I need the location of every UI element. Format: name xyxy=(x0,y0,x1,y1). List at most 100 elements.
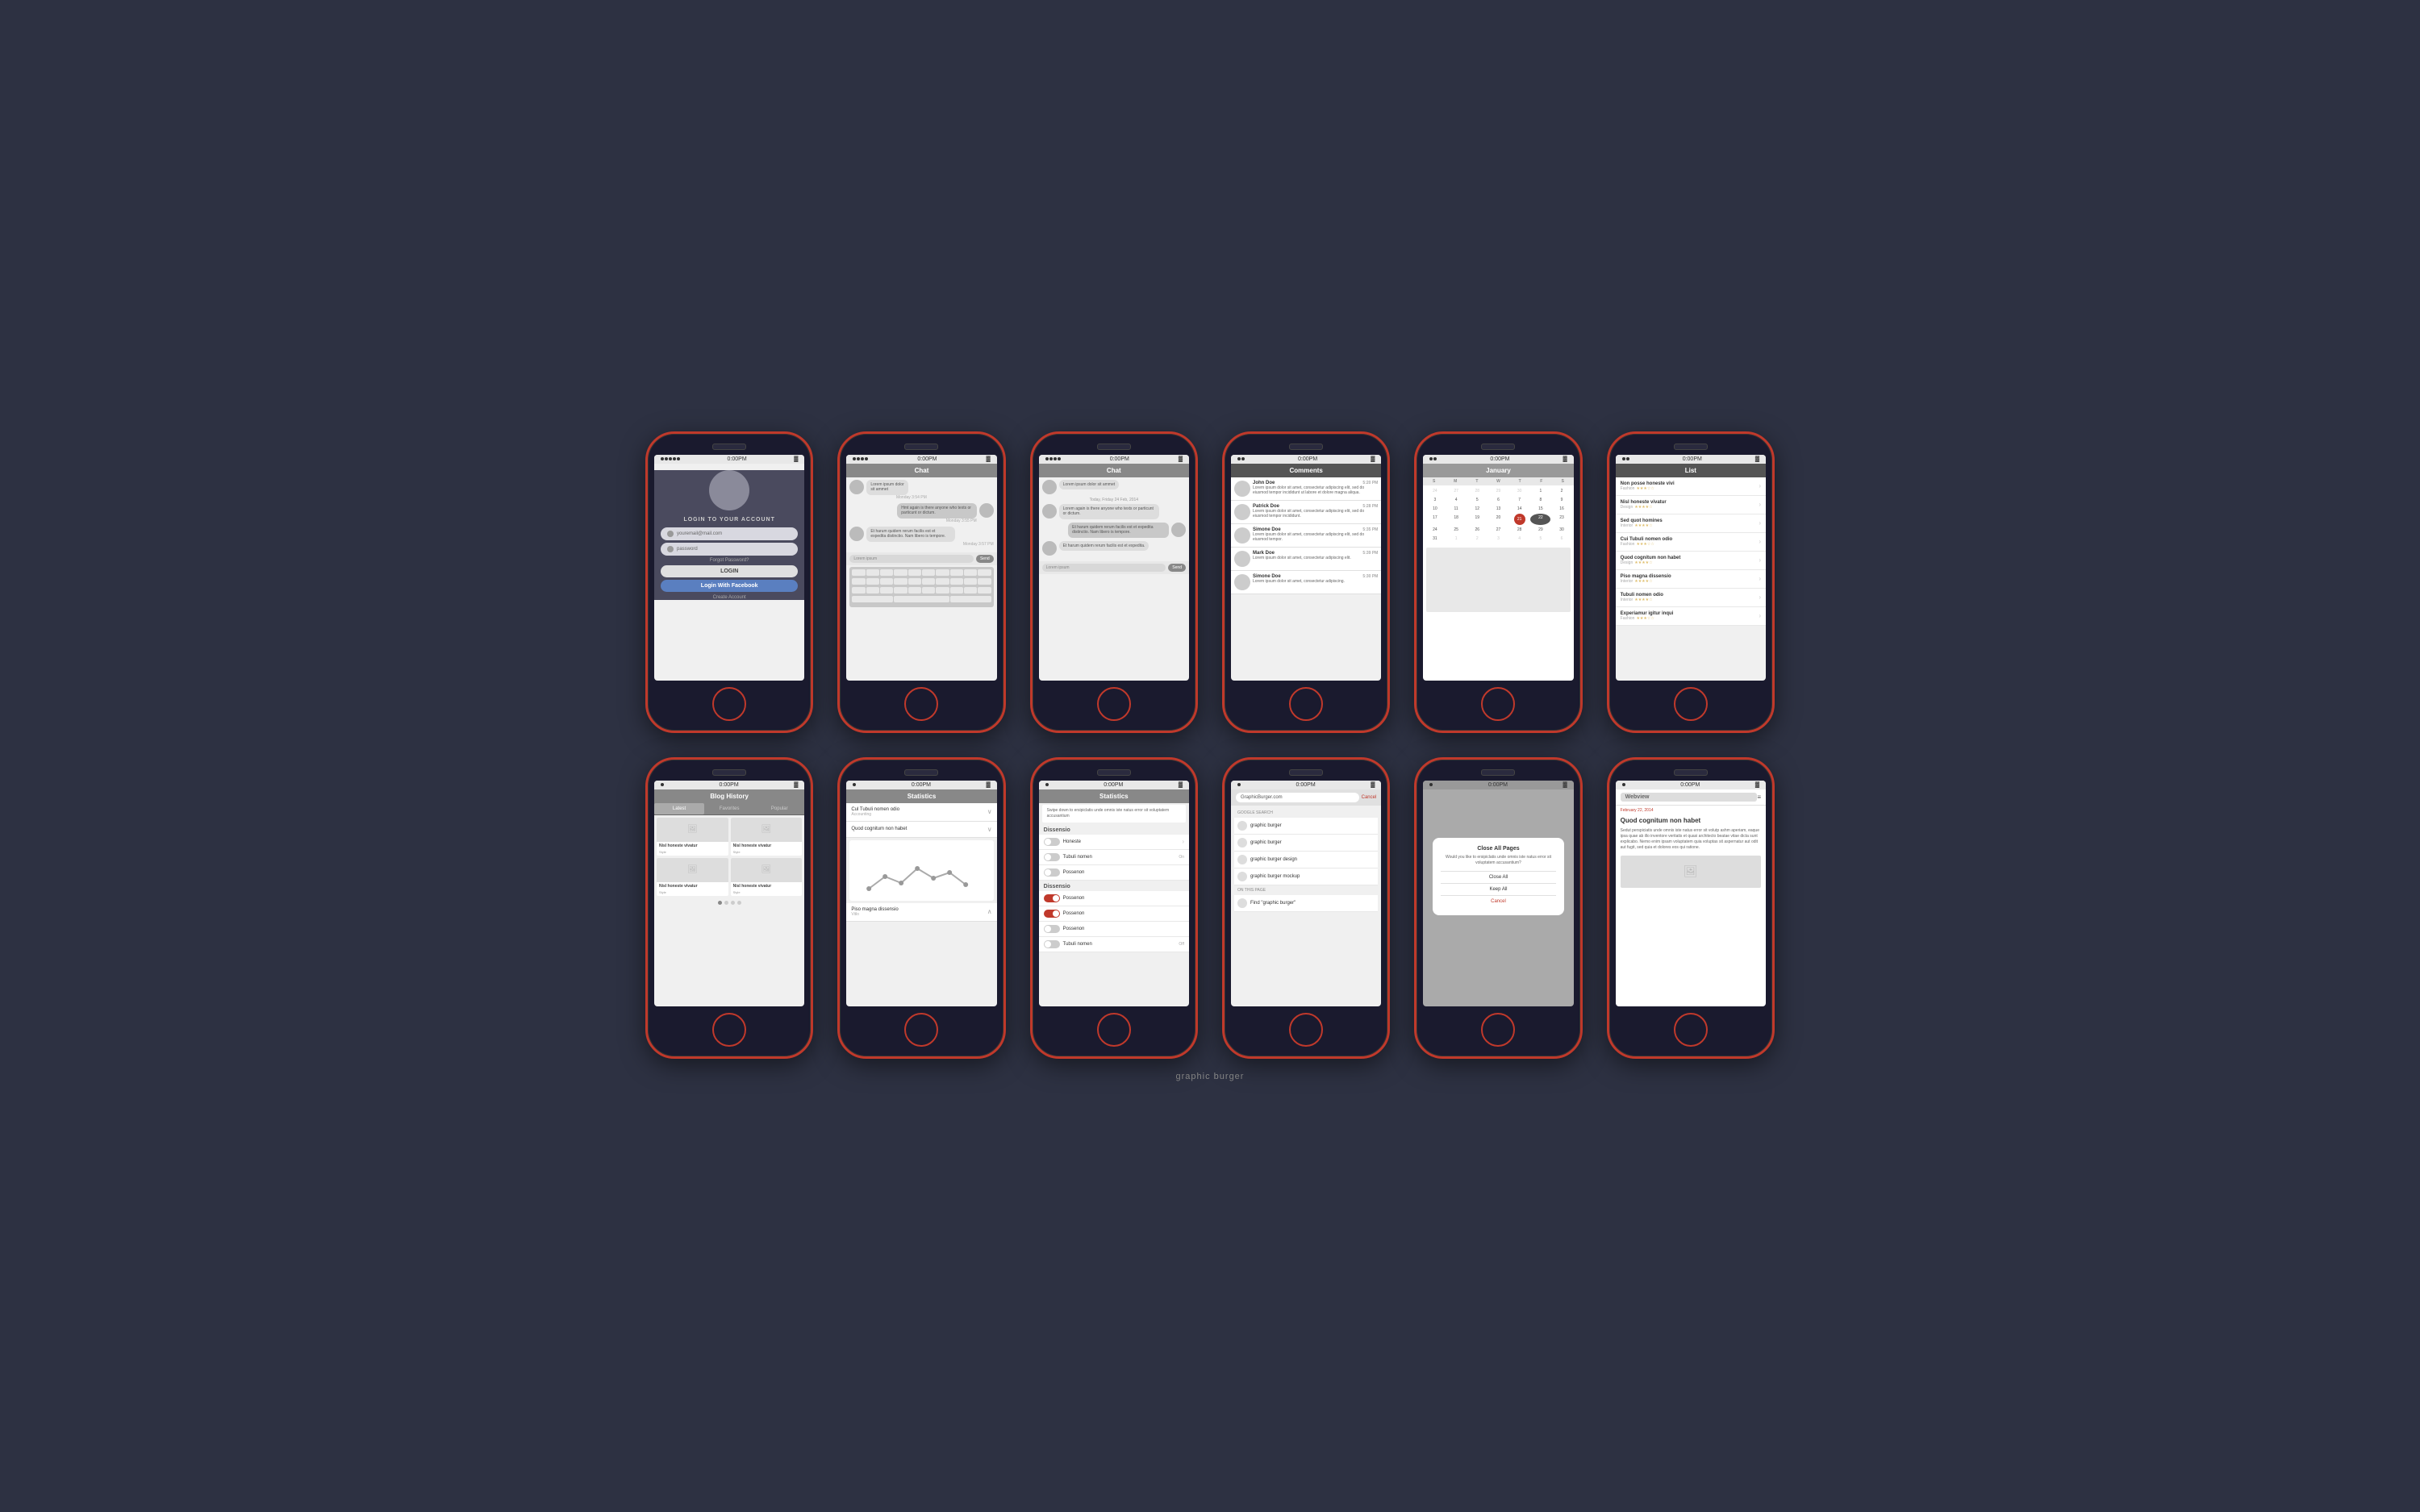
calendar-cell[interactable]: 14 xyxy=(1509,505,1529,513)
toggle-switch[interactable] xyxy=(1044,925,1060,933)
key[interactable] xyxy=(908,578,921,585)
key[interactable] xyxy=(922,569,935,576)
find-on-page[interactable]: Find "graphic burger" xyxy=(1234,895,1378,912)
calendar-cell[interactable]: 2 xyxy=(1467,535,1487,543)
toggle-switch[interactable] xyxy=(1044,853,1060,861)
key[interactable] xyxy=(866,569,879,576)
facebook-login-button[interactable]: Login With Facebook xyxy=(661,580,798,592)
key[interactable] xyxy=(908,587,921,594)
list-item[interactable]: Quod cognitum non habet Design ★★★★☆ › xyxy=(1616,552,1766,570)
toggle-switch[interactable] xyxy=(1044,838,1060,846)
calendar-cell[interactable]: 19 xyxy=(1467,514,1487,525)
toggle-switch[interactable] xyxy=(1044,940,1060,948)
calendar-cell[interactable]: 17 xyxy=(1425,514,1445,525)
key[interactable] xyxy=(922,578,935,585)
calendar-cell[interactable]: 10 xyxy=(1425,505,1445,513)
calendar-cell[interactable]: 8 xyxy=(1530,496,1550,504)
tab-favorites[interactable]: Favorites xyxy=(704,803,754,814)
calendar-cell[interactable]: 12 xyxy=(1467,505,1487,513)
blog-card[interactable]: 🖼 Nisl honeste vivatur Style xyxy=(657,818,728,856)
login-button[interactable]: LOGIN xyxy=(661,565,798,577)
key[interactable] xyxy=(880,587,893,594)
key[interactable] xyxy=(950,587,963,594)
calendar-cell[interactable]: 30 xyxy=(1551,526,1571,534)
calendar-cell[interactable]: 6 xyxy=(1488,496,1508,504)
key[interactable] xyxy=(894,578,907,585)
key[interactable] xyxy=(964,578,977,585)
search-result-item[interactable]: graphic burger mockup xyxy=(1234,868,1378,885)
create-account-link[interactable]: Create Account xyxy=(654,595,804,600)
forgot-password-link[interactable]: Forgot Password? xyxy=(654,558,804,563)
calendar-cell[interactable]: 28 xyxy=(1509,526,1529,534)
key[interactable] xyxy=(936,569,949,576)
tab-popular[interactable]: Popular xyxy=(754,803,804,814)
list-item[interactable]: Cui Tubuli nomen odio Fashion ★★★☆☆ › xyxy=(1616,533,1766,552)
calendar-cell[interactable]: 7 xyxy=(1509,496,1529,504)
calendar-cell[interactable]: 27 xyxy=(1446,487,1467,495)
calendar-cell[interactable]: 26 xyxy=(1467,526,1487,534)
key[interactable] xyxy=(950,569,963,576)
key[interactable] xyxy=(894,596,949,602)
key[interactable] xyxy=(852,578,865,585)
keep-all-button[interactable]: Keep All xyxy=(1441,883,1555,895)
calendar-cell[interactable]: 13 xyxy=(1488,505,1508,513)
key[interactable] xyxy=(894,569,907,576)
key[interactable] xyxy=(852,569,865,576)
email-field[interactable]: youremail@mail.com xyxy=(661,527,798,540)
calendar-cell[interactable]: 1 xyxy=(1530,487,1550,495)
list-item[interactable]: Sed quot homines Interior ★★★★☆ › xyxy=(1616,514,1766,533)
key[interactable] xyxy=(936,578,949,585)
close-all-button[interactable]: Close All xyxy=(1441,871,1555,883)
key[interactable] xyxy=(936,587,949,594)
list-item[interactable]: Tubuli nomen odio Interior ★★★★☆ › xyxy=(1616,589,1766,607)
key[interactable] xyxy=(866,587,879,594)
key[interactable] xyxy=(922,587,935,594)
calendar-cell[interactable]: 30 xyxy=(1509,487,1529,495)
calendar-cell[interactable]: 5 xyxy=(1530,535,1550,543)
calendar-cell[interactable]: 24 xyxy=(1425,526,1445,534)
send-button[interactable]: Send xyxy=(976,555,994,563)
list-item[interactable]: Non posse honeste vivi Fashion ★★★☆☆ › xyxy=(1616,477,1766,496)
hamburger-icon[interactable]: ≡ xyxy=(1757,793,1761,801)
chat-input[interactable]: Lorem ipsum xyxy=(1042,564,1166,572)
calendar-cell[interactable]: 4 xyxy=(1509,535,1529,543)
list-item[interactable]: Nisl honeste vivatur Design ★★★★☆ › xyxy=(1616,496,1766,514)
toggle-switch[interactable] xyxy=(1044,868,1060,877)
calendar-cell[interactable]: 28 xyxy=(1467,487,1487,495)
calendar-cell[interactable]: 5 xyxy=(1467,496,1487,504)
blog-card[interactable]: 🖼 Nisl honeste vivatur Style xyxy=(657,858,728,896)
calendar-cell[interactable]: 23 xyxy=(1551,514,1571,525)
list-item[interactable]: Piso magna dissensio Interior ★★★★☆ › xyxy=(1616,570,1766,589)
cancel-button[interactable]: Cancel xyxy=(1362,795,1377,800)
password-field[interactable]: password xyxy=(661,543,798,556)
list-item[interactable]: Experiamur igitur inqui Fashion ★★★☆☆ › xyxy=(1616,607,1766,626)
calendar-cell[interactable]: 2 xyxy=(1551,487,1571,495)
calendar-cell[interactable]: 21 xyxy=(1514,514,1525,525)
key[interactable] xyxy=(852,596,893,602)
calendar-cell[interactable]: 24 xyxy=(1425,487,1445,495)
calendar-cell[interactable]: 16 xyxy=(1551,505,1571,513)
calendar-cell[interactable]: 31 xyxy=(1425,535,1445,543)
calendar-cell[interactable]: 29 xyxy=(1488,487,1508,495)
tab-latest[interactable]: Latest xyxy=(654,803,704,814)
calendar-cell[interactable]: 4 xyxy=(1446,496,1467,504)
calendar-cell[interactable]: 22 xyxy=(1530,514,1550,525)
toggle-switch[interactable] xyxy=(1044,910,1060,918)
calendar-cell[interactable]: 9 xyxy=(1551,496,1571,504)
key[interactable] xyxy=(964,569,977,576)
calendar-cell[interactable]: 3 xyxy=(1425,496,1445,504)
key[interactable] xyxy=(908,569,921,576)
key[interactable] xyxy=(894,587,907,594)
calendar-cell[interactable]: 18 xyxy=(1446,514,1467,525)
send-button[interactable]: Send xyxy=(1168,564,1186,572)
calendar-cell[interactable]: 27 xyxy=(1488,526,1508,534)
calendar-cell[interactable]: 20 xyxy=(1488,514,1508,525)
key[interactable] xyxy=(964,587,977,594)
calendar-cell[interactable]: 29 xyxy=(1530,526,1550,534)
key[interactable] xyxy=(950,596,991,602)
calendar-cell[interactable]: 1 xyxy=(1446,535,1467,543)
key[interactable] xyxy=(978,587,991,594)
key[interactable] xyxy=(866,578,879,585)
search-result-item[interactable]: graphic burger xyxy=(1234,818,1378,835)
blog-card[interactable]: 🖼 Nisl honeste vivatur Style xyxy=(731,858,803,896)
